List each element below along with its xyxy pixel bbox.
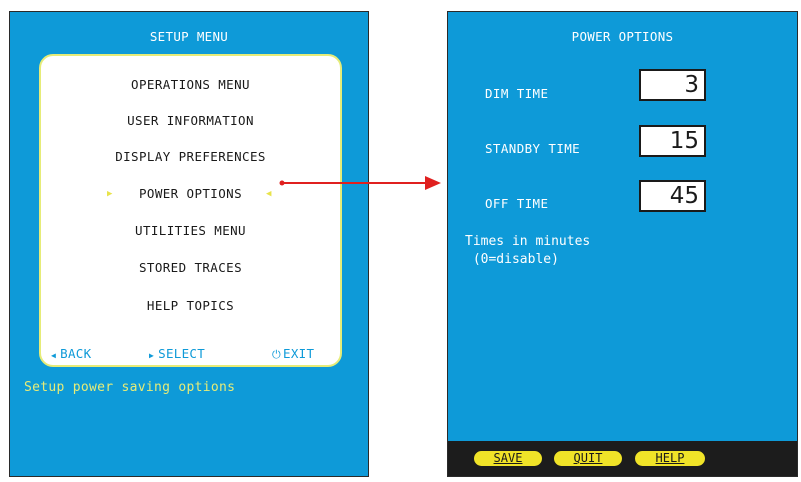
- standby-time-field[interactable]: 15: [639, 125, 706, 157]
- power-options-screen: POWER OPTIONS DIM TIME 3 STANDBY TIME 15…: [447, 11, 798, 477]
- off-time-field[interactable]: 45: [639, 180, 706, 212]
- right-triangle-icon: ▶: [149, 351, 155, 360]
- left-triangle-icon: ◀: [51, 351, 57, 360]
- selection-left-marker-icon: ▶: [107, 189, 113, 199]
- save-button[interactable]: SAVE: [474, 451, 542, 466]
- menu-item-help-topics[interactable]: HELP TOPICS: [41, 298, 340, 313]
- setup-menu-screen: SETUP MENU OPERATIONS MENU USER INFORMAT…: [9, 11, 369, 477]
- status-message: Setup power saving options: [24, 380, 236, 395]
- setup-menu-list: OPERATIONS MENU USER INFORMATION DISPLAY…: [39, 54, 342, 367]
- setup-menu-title: SETUP MENU: [149, 29, 229, 44]
- times-note-line1: Times in minutes: [465, 234, 591, 249]
- standby-time-label: STANDBY TIME: [485, 141, 581, 156]
- quit-button[interactable]: QUIT: [554, 451, 622, 466]
- back-label: BACK: [60, 346, 92, 361]
- help-label: HELP: [655, 451, 685, 465]
- save-label: SAVE: [493, 451, 523, 465]
- back-button[interactable]: ◀ BACK: [51, 346, 91, 361]
- power-icon: ⏻: [272, 348, 282, 361]
- help-button[interactable]: HELP: [635, 451, 705, 466]
- dim-time-label: DIM TIME: [485, 86, 549, 101]
- dim-time-field[interactable]: 3: [639, 69, 706, 101]
- softkey-bar: SAVE QUIT HELP: [448, 441, 797, 476]
- select-label: SELECT: [158, 346, 206, 361]
- menu-item-power-options-row[interactable]: ▶ POWER OPTIONS ◀: [41, 186, 340, 201]
- menu-item-utilities-menu[interactable]: UTILITIES MENU: [41, 223, 340, 238]
- power-options-title: POWER OPTIONS: [571, 29, 674, 44]
- menu-item-power-options: POWER OPTIONS: [138, 186, 243, 201]
- selection-right-marker-icon: ◀: [266, 189, 272, 199]
- times-note-line2: (0=disable): [465, 252, 559, 267]
- menu-item-operations-menu[interactable]: OPERATIONS MENU: [41, 77, 340, 92]
- menu-item-display-preferences[interactable]: DISPLAY PREFERENCES: [41, 149, 340, 164]
- exit-button[interactable]: ⏻ EXIT: [272, 346, 314, 362]
- menu-item-stored-traces[interactable]: STORED TRACES: [41, 260, 340, 275]
- quit-label: QUIT: [573, 451, 603, 465]
- select-button[interactable]: ▶ SELECT: [149, 346, 205, 361]
- exit-label: EXIT: [283, 346, 315, 361]
- off-time-label: OFF TIME: [485, 196, 549, 211]
- menu-item-user-information[interactable]: USER INFORMATION: [41, 113, 340, 128]
